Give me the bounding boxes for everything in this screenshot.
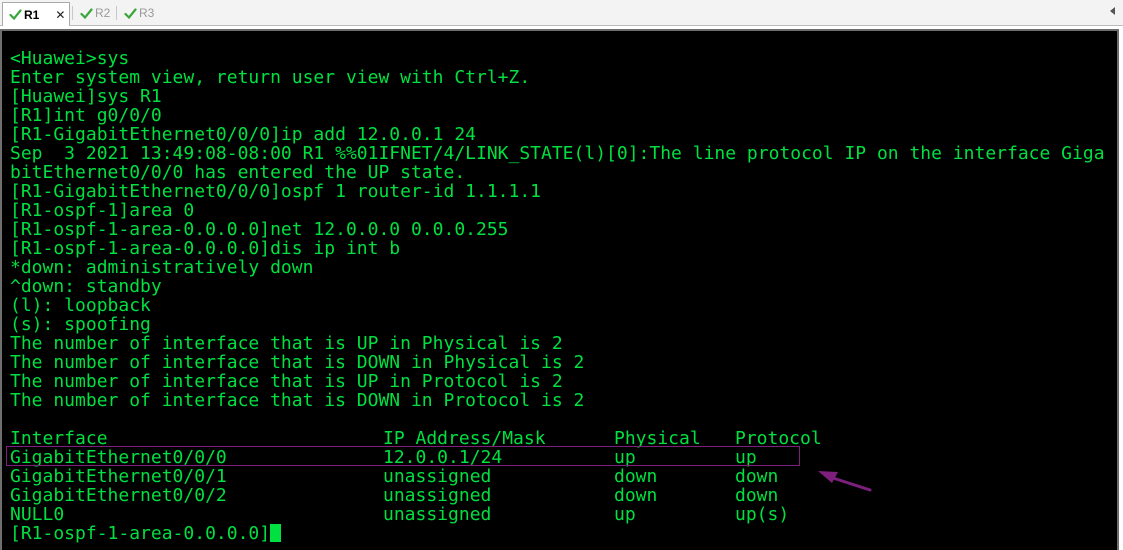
check-icon xyxy=(124,7,137,19)
tab-r3[interactable]: R3 xyxy=(118,2,158,24)
tab-label: R2 xyxy=(95,6,111,20)
annotation-arrow-icon xyxy=(818,471,872,492)
check-icon xyxy=(9,9,22,21)
tab-r1[interactable]: R1 ✕ xyxy=(2,2,70,26)
tab-bar: R1 ✕ R2 R3 xyxy=(0,0,1123,26)
tab-r2[interactable]: R2 xyxy=(74,2,114,24)
close-icon[interactable]: ✕ xyxy=(55,8,65,22)
terminal-window: R1 ✕ R2 R3 <Huawei>sys Enter system view… xyxy=(0,0,1123,550)
terminal-output[interactable]: <Huawei>sys Enter system view, return us… xyxy=(0,29,1119,550)
check-icon xyxy=(80,7,93,19)
tab-label: R3 xyxy=(139,6,155,20)
scroll-left-arrow-icon[interactable] xyxy=(1110,7,1115,15)
tab-label: R1 xyxy=(24,7,40,22)
